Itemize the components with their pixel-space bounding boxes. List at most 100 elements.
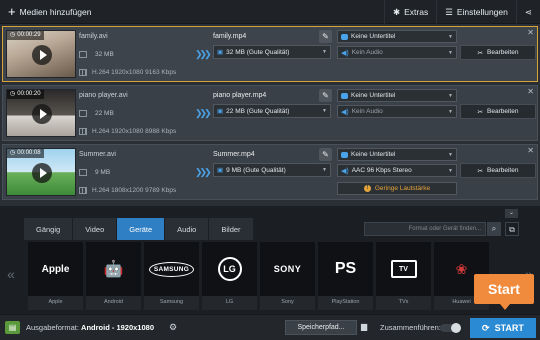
merge-label: Zusammenführen:: [380, 323, 441, 332]
output-format-label: Ausgabeformat: Android - 1920x1080: [26, 323, 154, 332]
file-icon: ▣: [217, 108, 224, 115]
output-size-select[interactable]: ▣ 22 MB (Gute Qualität) ▼: [213, 104, 331, 118]
footer-bar: ▤ Ausgabeformat: Android - 1920x1080 ⚙ S…: [0, 314, 540, 340]
device-tvs[interactable]: TV TVs: [376, 242, 431, 310]
subtitle-icon: [341, 33, 348, 40]
lg-logo-text: LG: [217, 257, 242, 281]
duration-badge: ◷ 00:00:29: [7, 31, 44, 40]
file-row[interactable]: ◷ 00:00:29 family.avi 32 MB H.264 1920x10…: [2, 26, 538, 82]
subtitle-select[interactable]: Keine Untertitel ▼: [337, 89, 457, 102]
rename-pencil-icon[interactable]: ✎: [319, 89, 332, 102]
gear-icon[interactable]: ⚙: [169, 322, 177, 333]
tv-logo-text: TV: [390, 260, 417, 278]
convert-arrows-icon: ❯❯❯: [195, 49, 212, 59]
source-size-text: 32 MB: [95, 51, 114, 58]
video-thumbnail[interactable]: ◷ 00:00:20: [6, 89, 76, 137]
lg-logo-icon: LG: [202, 242, 257, 296]
extras-button[interactable]: ✱ Extras: [383, 0, 436, 24]
collapse-panel-icon[interactable]: ⌄: [505, 209, 518, 218]
menu-icon: ☰: [445, 6, 453, 17]
low-volume-warning[interactable]: ! Geringe Lautstärke: [337, 182, 457, 195]
save-path-label: Speicherpfad...: [297, 324, 345, 331]
add-media-button[interactable]: + Medien hinzufügen: [4, 3, 95, 21]
device-android[interactable]: 🤖 Android: [86, 242, 141, 310]
file-icon: [79, 169, 87, 176]
start-tooltip: Start: [474, 274, 534, 310]
close-icon[interactable]: ✕: [527, 146, 534, 155]
video-thumbnail[interactable]: ◷ 00:00:29: [6, 30, 76, 78]
share-button[interactable]: ⋖: [515, 0, 540, 24]
subtitle-select[interactable]: Keine Untertitel ▼: [337, 30, 457, 43]
chevron-down-icon: ▼: [448, 49, 453, 56]
edit-button[interactable]: ✂ Bearbeiten: [460, 163, 536, 178]
edit-button[interactable]: ✂ Bearbeiten: [460, 104, 536, 119]
play-icon[interactable]: [32, 104, 52, 124]
search-icon[interactable]: ⌕: [487, 222, 501, 236]
tab-video[interactable]: Video: [73, 218, 118, 240]
tab-popular[interactable]: Gängig: [24, 218, 74, 240]
scissors-icon: ✂: [477, 108, 483, 116]
chevron-down-icon: ▼: [322, 49, 327, 55]
chevron-down-icon: ▼: [448, 108, 453, 115]
play-icon[interactable]: [32, 45, 52, 65]
edit-button[interactable]: ✂ Bearbeiten: [460, 45, 536, 60]
chevron-down-icon: ▼: [322, 167, 327, 173]
output-size-text: 9 MB (Gute Qualität): [226, 166, 286, 174]
format-search-input[interactable]: Format oder Gerät finden...: [364, 222, 486, 236]
tab-audio[interactable]: Audio: [165, 218, 210, 240]
file-row[interactable]: ◷ 00:00:20 piano player.avi 22 MB H.264 1…: [2, 85, 538, 141]
speaker-icon: ◀): [341, 167, 349, 175]
rename-pencil-icon[interactable]: ✎: [319, 30, 332, 43]
edit-label: Bearbeiten: [487, 49, 519, 56]
subtitle-icon: [341, 151, 348, 158]
sony-logo-text: SONY: [273, 264, 302, 274]
subtitle-text: Keine Untertitel: [351, 92, 396, 99]
folder-icon[interactable]: ▆: [361, 322, 367, 331]
device-apple[interactable]: Apple Apple: [28, 242, 83, 310]
device-sony[interactable]: SONY Sony: [260, 242, 315, 310]
audio-select[interactable]: ◀) Kein Audio ▼: [337, 105, 457, 118]
output-size-select[interactable]: ▣ 9 MB (Gute Qualität) ▼: [213, 163, 331, 177]
file-row[interactable]: ◷ 00:00:08 Summer.avi 9 MB H.264 1808x120…: [2, 144, 538, 200]
tab-images[interactable]: Bilder: [209, 218, 254, 240]
duration-badge: ◷ 00:00:08: [7, 149, 44, 158]
save-path-button[interactable]: Speicherpfad...: [285, 320, 357, 335]
rename-pencil-icon[interactable]: ✎: [319, 148, 332, 161]
scroll-left-icon[interactable]: «: [2, 242, 20, 306]
sony-logo-icon: SONY: [260, 242, 315, 296]
subtitle-text: Keine Untertitel: [351, 151, 396, 158]
android-format-icon: ▤: [5, 321, 20, 334]
close-icon[interactable]: ✕: [527, 28, 534, 37]
scissors-icon: ✂: [477, 49, 483, 57]
detect-device-icon[interactable]: ⧉: [505, 222, 519, 236]
device-samsung[interactable]: SAMSUNG Samsung: [144, 242, 199, 310]
device-label: TVs: [398, 299, 409, 305]
audio-text: AAC 96 Kbps Stereo: [351, 167, 412, 174]
video-thumbnail[interactable]: ◷ 00:00:08: [6, 148, 76, 196]
output-size-select[interactable]: ▣ 32 MB (Gute Qualität) ▼: [213, 45, 331, 59]
device-lg[interactable]: LG LG: [202, 242, 257, 310]
audio-select[interactable]: ◀) Kein Audio ▼: [337, 46, 457, 59]
tab-devices[interactable]: Geräte: [117, 218, 166, 240]
warning-icon: !: [363, 185, 371, 192]
audio-select[interactable]: ◀) AAC 96 Kbps Stereo ▼: [337, 164, 457, 177]
duration-text: 00:00:20: [17, 91, 41, 97]
settings-button[interactable]: ☰ Einstellungen: [436, 0, 516, 24]
source-filename: piano player.avi: [79, 92, 128, 99]
device-label: Samsung: [159, 299, 184, 305]
output-filename: Summer.mp4: [213, 151, 255, 158]
close-icon[interactable]: ✕: [527, 87, 534, 96]
subtitle-select[interactable]: Keine Untertitel ▼: [337, 148, 457, 161]
device-playstation[interactable]: PS PlayStation: [318, 242, 373, 310]
android-robot-icon: 🤖: [103, 261, 124, 278]
start-button[interactable]: ⟳ START: [470, 318, 536, 338]
wrench-icon: ✱: [392, 6, 401, 17]
duration-text: 00:00:08: [17, 150, 41, 156]
top-toolbar: + Medien hinzufügen ✱ Extras ☰ Einstellu…: [0, 0, 540, 24]
merge-toggle[interactable]: [440, 323, 461, 333]
play-icon[interactable]: [32, 163, 52, 183]
start-label: START: [494, 323, 524, 333]
share-icon: ⋖: [524, 6, 532, 17]
samsung-logo-text: SAMSUNG: [148, 261, 195, 277]
source-codec: H.264 1920x1080 8988 Kbps: [79, 128, 176, 135]
